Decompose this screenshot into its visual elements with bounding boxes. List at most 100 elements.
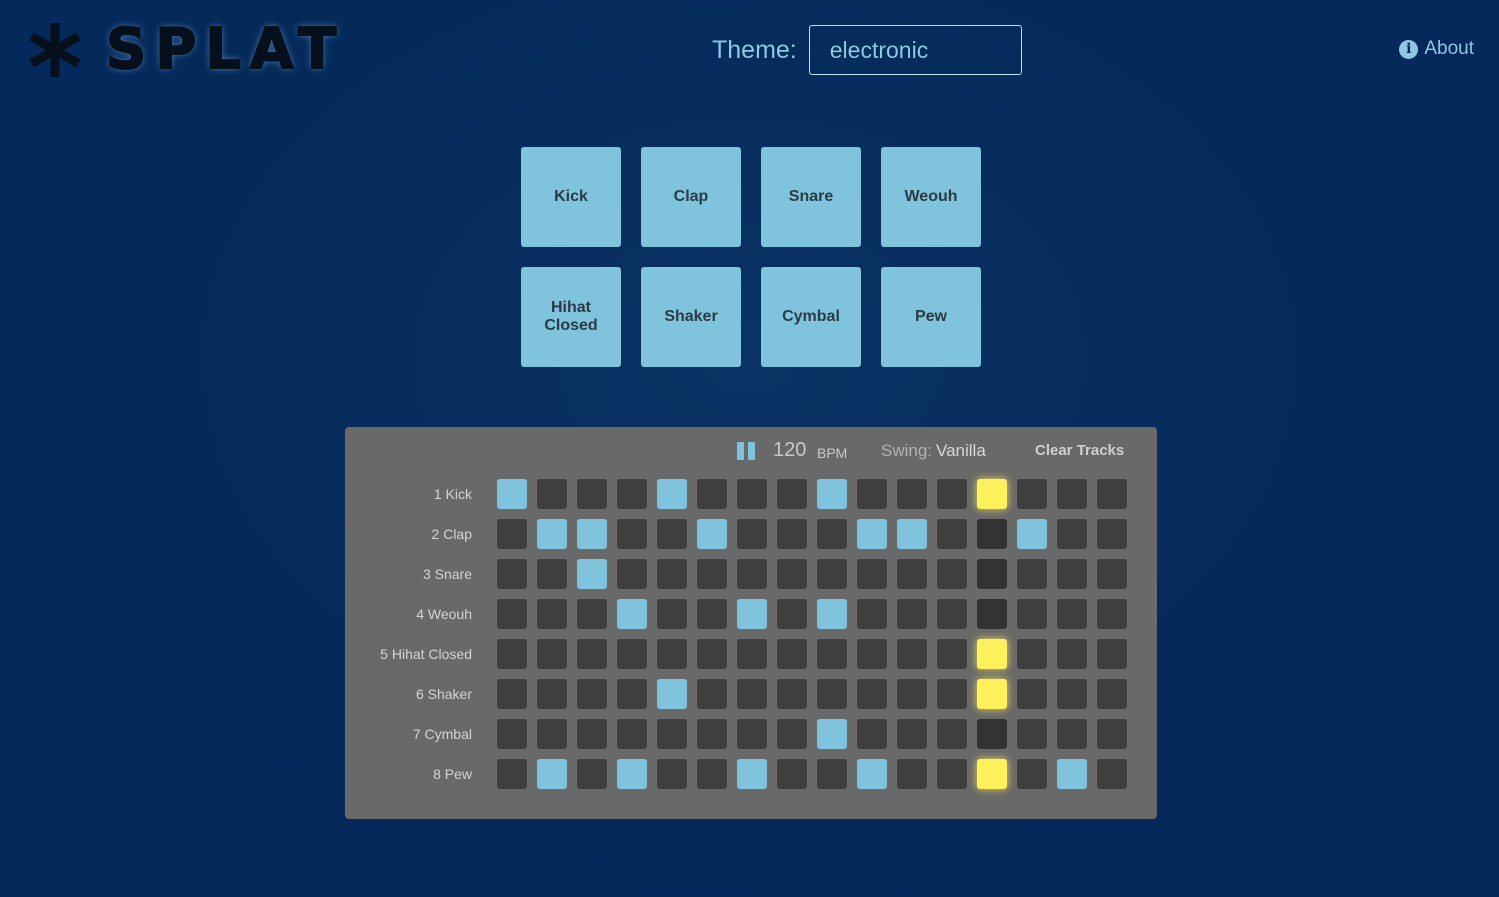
step-button[interactable] (497, 759, 527, 789)
step-button[interactable] (937, 479, 967, 509)
pad-weouh[interactable]: Weouh (881, 147, 981, 247)
step-button[interactable] (577, 519, 607, 549)
step-button[interactable] (737, 559, 767, 589)
step-button[interactable] (697, 639, 727, 669)
step-button[interactable] (897, 679, 927, 709)
step-button[interactable] (1017, 639, 1047, 669)
pad-hihat-closed[interactable]: Hihat Closed (521, 267, 621, 367)
step-button[interactable] (817, 479, 847, 509)
step-button[interactable] (817, 719, 847, 749)
step-button[interactable] (697, 759, 727, 789)
bpm-value[interactable]: 120 (773, 439, 806, 462)
step-button[interactable] (897, 519, 927, 549)
step-button[interactable] (697, 679, 727, 709)
step-button[interactable] (737, 519, 767, 549)
step-button[interactable] (1097, 759, 1127, 789)
step-button[interactable] (777, 639, 807, 669)
step-button[interactable] (937, 599, 967, 629)
step-button[interactable] (977, 559, 1007, 589)
step-button[interactable] (1097, 519, 1127, 549)
step-button[interactable] (497, 559, 527, 589)
step-button[interactable] (857, 519, 887, 549)
step-button[interactable] (857, 599, 887, 629)
step-button[interactable] (857, 759, 887, 789)
step-button[interactable] (977, 679, 1007, 709)
step-button[interactable] (657, 519, 687, 549)
step-button[interactable] (1057, 599, 1087, 629)
theme-input[interactable] (808, 25, 1022, 75)
step-button[interactable] (977, 599, 1007, 629)
step-button[interactable] (817, 679, 847, 709)
step-button[interactable] (1097, 639, 1127, 669)
step-button[interactable] (937, 519, 967, 549)
step-button[interactable] (577, 759, 607, 789)
step-button[interactable] (497, 519, 527, 549)
step-button[interactable] (657, 679, 687, 709)
swing-select[interactable]: Vanilla (936, 441, 986, 461)
step-button[interactable] (737, 599, 767, 629)
step-button[interactable] (497, 479, 527, 509)
step-button[interactable] (577, 679, 607, 709)
step-button[interactable] (657, 479, 687, 509)
step-button[interactable] (537, 719, 567, 749)
step-button[interactable] (617, 679, 647, 709)
step-button[interactable] (537, 639, 567, 669)
step-button[interactable] (537, 559, 567, 589)
step-button[interactable] (1097, 719, 1127, 749)
step-button[interactable] (577, 479, 607, 509)
step-button[interactable] (697, 519, 727, 549)
step-button[interactable] (777, 719, 807, 749)
step-button[interactable] (897, 639, 927, 669)
step-button[interactable] (1057, 679, 1087, 709)
pad-kick[interactable]: Kick (521, 147, 621, 247)
pad-cymbal[interactable]: Cymbal (761, 267, 861, 367)
step-button[interactable] (937, 559, 967, 589)
step-button[interactable] (937, 639, 967, 669)
step-button[interactable] (1017, 479, 1047, 509)
about-link[interactable]: i About (1399, 38, 1474, 60)
pad-pew[interactable]: Pew (881, 267, 981, 367)
step-button[interactable] (737, 719, 767, 749)
step-button[interactable] (1097, 559, 1127, 589)
step-button[interactable] (1017, 679, 1047, 709)
step-button[interactable] (537, 759, 567, 789)
step-button[interactable] (1097, 679, 1127, 709)
step-button[interactable] (937, 759, 967, 789)
step-button[interactable] (657, 599, 687, 629)
step-button[interactable] (897, 479, 927, 509)
step-button[interactable] (1057, 479, 1087, 509)
step-button[interactable] (537, 599, 567, 629)
step-button[interactable] (737, 639, 767, 669)
step-button[interactable] (977, 479, 1007, 509)
step-button[interactable] (577, 559, 607, 589)
step-button[interactable] (537, 479, 567, 509)
step-button[interactable] (1057, 559, 1087, 589)
step-button[interactable] (497, 679, 527, 709)
step-button[interactable] (777, 599, 807, 629)
step-button[interactable] (817, 599, 847, 629)
step-button[interactable] (1057, 519, 1087, 549)
step-button[interactable] (1057, 719, 1087, 749)
step-button[interactable] (897, 599, 927, 629)
step-button[interactable] (777, 519, 807, 549)
step-button[interactable] (897, 559, 927, 589)
step-button[interactable] (657, 559, 687, 589)
step-button[interactable] (1097, 479, 1127, 509)
step-button[interactable] (697, 599, 727, 629)
step-button[interactable] (1057, 639, 1087, 669)
step-button[interactable] (817, 519, 847, 549)
step-button[interactable] (617, 479, 647, 509)
step-button[interactable] (937, 719, 967, 749)
step-button[interactable] (857, 479, 887, 509)
step-button[interactable] (777, 759, 807, 789)
step-button[interactable] (497, 599, 527, 629)
step-button[interactable] (497, 719, 527, 749)
step-button[interactable] (777, 559, 807, 589)
step-button[interactable] (897, 719, 927, 749)
step-button[interactable] (657, 719, 687, 749)
step-button[interactable] (577, 719, 607, 749)
step-button[interactable] (1017, 599, 1047, 629)
step-button[interactable] (697, 719, 727, 749)
step-button[interactable] (737, 679, 767, 709)
step-button[interactable] (697, 479, 727, 509)
